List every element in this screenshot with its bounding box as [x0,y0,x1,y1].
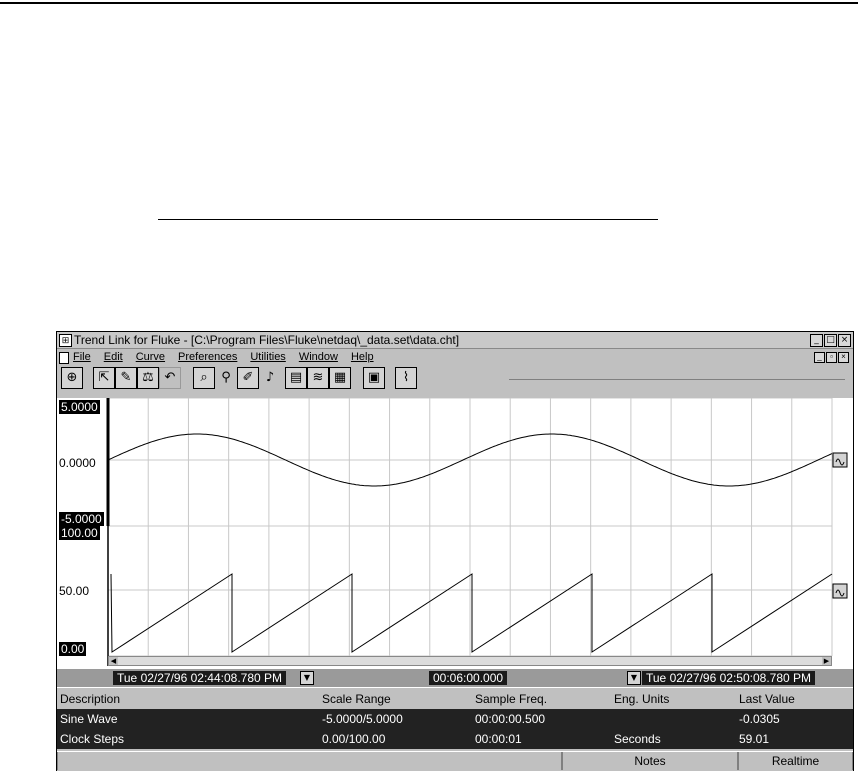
menu-utilities[interactable]: Utilities [250,349,285,365]
page-top-rule [0,2,858,4]
end-time: Tue 02/27/96 02:50:08.780 PM [642,671,816,685]
view-table-icon[interactable]: ▦ [329,367,351,389]
minimize-button[interactable]: _ [810,334,823,347]
title-bar[interactable]: ⊞ Trend Link for Fluke - [C:\Program Fil… [57,332,853,349]
app-icon[interactable]: ⊞ [59,334,72,347]
calculator-icon[interactable]: ▣ [363,367,385,389]
scroll-right-button[interactable]: ▶ [822,657,831,665]
table-header-row: Description Scale Range Sample Freq. Eng… [57,689,853,709]
undo-icon[interactable]: ↶ [159,367,181,389]
end-time-button[interactable]: ▼ [627,671,641,685]
menu-window[interactable]: Window [299,349,338,365]
close-button[interactable]: × [838,334,851,347]
col-scale-range: Scale Range [322,692,391,706]
chart-grid [108,398,833,657]
status-blank [57,752,562,770]
curve-table: Description Scale Range Sample Freq. Eng… [57,689,853,749]
maximize-button[interactable]: □ [824,334,837,347]
doc-restore-button[interactable]: ▫ [826,352,837,363]
upper-ymid-label: 0.0000 [59,456,96,470]
table-row[interactable]: Sine Wave -5.0000/5.0000 00:00:00.500 -0… [57,709,853,729]
cell-scale-range: -5.0000/5.0000 [322,712,403,726]
scale-icon[interactable]: ⚖ [137,367,159,389]
clock-steps-trace [110,573,833,653]
clock-trace-marker [832,583,848,599]
export-icon[interactable]: ⌇ [395,367,417,389]
cell-last-value: 59.01 [739,732,770,746]
menu-preferences[interactable]: Preferences [178,349,237,365]
cell-sample-freq: 00:00:01 [475,732,522,746]
chart-wizard-icon[interactable]: ⊕ [61,367,83,389]
upper-ymax-label: 5.0000 [59,400,100,414]
menu-edit[interactable]: Edit [104,349,123,365]
lower-ymid-label: 50.00 [59,584,90,598]
document-icon[interactable] [59,352,69,364]
menu-curve[interactable]: Curve [136,349,165,365]
lower-ymin-label: 0.00 [59,642,87,656]
toolbar: ⊕ ⇱ ✎ ⚖ ↶ ⌕ ⚲ ✐ ♪ ▤ ≋ ▦ ▣ ⌇ [59,367,853,391]
cell-scale-range: 0.00/100.00 [322,732,386,746]
zoom-icon[interactable]: ⌕ [193,367,215,389]
pen-icon[interactable]: ✐ [237,367,259,389]
trend-chart: 5.0000 0.0000 -5.0000 100.00 50.00 0.00 … [57,398,853,688]
cell-sample-freq: 00:00:00.500 [475,712,546,726]
trend-plot[interactable] [57,398,853,670]
sine-trace-marker [832,452,848,468]
probe-icon[interactable]: ⚲ [215,367,237,389]
status-notes[interactable]: Notes [562,752,738,770]
page-mid-rule [158,219,658,220]
scroll-left-button[interactable]: ◀ [109,657,118,665]
time-navigation: Tue 02/27/96 02:44:08.780 PM ▼ 00:06:00.… [57,669,853,687]
lower-ymax-label: 100.00 [59,526,100,540]
cell-description: Clock Steps [60,732,125,746]
start-time: Tue 02/27/96 02:44:08.780 PM [113,671,287,685]
view-chart-icon[interactable]: ▤ [285,367,307,389]
marker-icon[interactable]: ♪ [259,367,281,389]
col-description: Description [60,692,121,706]
edit-icon[interactable]: ✎ [115,367,137,389]
open-icon[interactable]: ⇱ [93,367,115,389]
menu-file[interactable]: File [73,349,91,365]
cell-eng-units: Seconds [614,732,661,746]
table-row[interactable]: Clock Steps 0.00/100.00 00:00:01 Seconds… [57,729,853,749]
view-multi-icon[interactable]: ≋ [307,367,329,389]
menu-bar: File Edit Curve Preferences Utilities Wi… [57,349,853,380]
cell-last-value: -0.0305 [739,712,780,726]
app-window: ⊞ Trend Link for Fluke - [C:\Program Fil… [56,331,854,771]
doc-minimize-button[interactable]: _ [814,352,825,363]
upper-ymin-label: -5.0000 [59,512,104,526]
col-last-value: Last Value [739,692,795,706]
chart-scrollbar[interactable]: ◀ ▶ [108,656,832,666]
status-mode: Realtime [738,752,853,770]
menu-help[interactable]: Help [351,349,374,365]
col-eng-units: Eng. Units [614,692,670,706]
cell-description: Sine Wave [60,712,118,726]
status-bar: Notes Realtime [57,751,853,771]
window-title: Trend Link for Fluke - [C:\Program Files… [74,333,460,347]
start-time-button[interactable]: ▼ [300,671,314,685]
doc-close-button[interactable]: × [838,352,849,363]
time-span[interactable]: 00:06:00.000 [429,671,508,685]
col-sample-freq: Sample Freq. [475,692,548,706]
